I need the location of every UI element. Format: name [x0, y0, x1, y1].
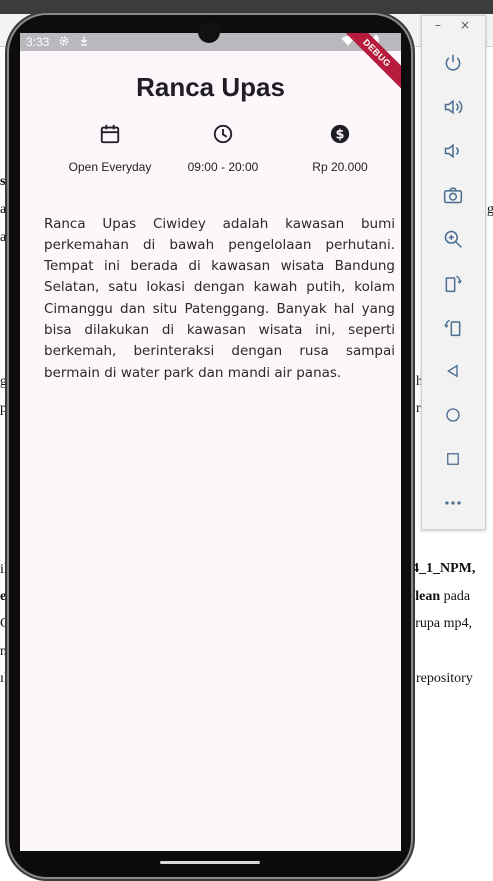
- bg-text-line: r: [416, 401, 421, 416]
- close-button[interactable]: ×: [460, 18, 470, 32]
- more-icon[interactable]: [440, 490, 466, 516]
- navigation-bar: [9, 851, 411, 877]
- camera-icon[interactable]: [440, 182, 466, 208]
- bg-text-line: e: [0, 589, 7, 604]
- front-camera: [198, 21, 220, 43]
- volume-up-icon[interactable]: [440, 94, 466, 120]
- svg-text:$: $: [336, 128, 345, 143]
- status-time: 3:33: [26, 35, 50, 49]
- info-label: Rp 20.000: [312, 160, 368, 174]
- page-title: Ranca Upas: [136, 72, 285, 102]
- home-gesture-bar[interactable]: [160, 861, 260, 864]
- rotate-left-icon[interactable]: [440, 270, 466, 296]
- bg-text-line: repository: [416, 671, 473, 686]
- bg-text-line: il: [0, 562, 8, 577]
- bg-text-line: g: [0, 374, 7, 389]
- volume-down-icon[interactable]: [440, 138, 466, 164]
- emulator-toolbar: – ×: [421, 15, 486, 530]
- dollar-icon: $: [275, 123, 401, 150]
- zoom-icon[interactable]: [440, 226, 466, 252]
- bg-text-line: n: [0, 644, 7, 659]
- bg-text-line: a: [0, 230, 7, 245]
- clock-icon: [158, 123, 288, 150]
- bg-text-line: 4_1_NPM,: [412, 561, 476, 576]
- info-hours: 09:00 - 20:00: [158, 123, 288, 174]
- phone-frame: 3:33 DEBUG Ranca Upas Open Everyday 09:0…: [9, 15, 411, 877]
- calendar-icon: [45, 123, 175, 150]
- bg-text-line: p: [0, 401, 7, 416]
- bg-text-line: si: [0, 174, 10, 189]
- app-screen: 3:33 DEBUG Ranca Upas Open Everyday 09:0…: [20, 33, 401, 851]
- info-price: $ Rp 20.000: [275, 123, 401, 174]
- settings-icon: [58, 35, 70, 50]
- document-window-titlebar: [0, 0, 493, 14]
- bg-text-line: clean pada: [409, 589, 471, 604]
- bg-text-line: erupa mp4,: [409, 616, 472, 631]
- bg-text-line: C: [0, 616, 10, 631]
- download-icon: [78, 35, 90, 50]
- info-label: Open Everyday: [68, 160, 152, 174]
- home-icon[interactable]: [440, 402, 466, 428]
- bg-text-line: g.: [487, 202, 493, 217]
- info-label: 09:00 - 20:00: [187, 160, 259, 174]
- back-icon[interactable]: [440, 358, 466, 384]
- bg-text-line: a: [0, 202, 7, 217]
- overview-icon[interactable]: [440, 446, 466, 472]
- minimize-button[interactable]: –: [435, 18, 441, 32]
- rotate-right-icon[interactable]: [440, 314, 466, 340]
- info-open-days: Open Everyday: [45, 123, 175, 174]
- description-text: Ranca Upas Ciwidey adalah kawasan bumi p…: [44, 215, 395, 381]
- power-icon[interactable]: [440, 50, 466, 76]
